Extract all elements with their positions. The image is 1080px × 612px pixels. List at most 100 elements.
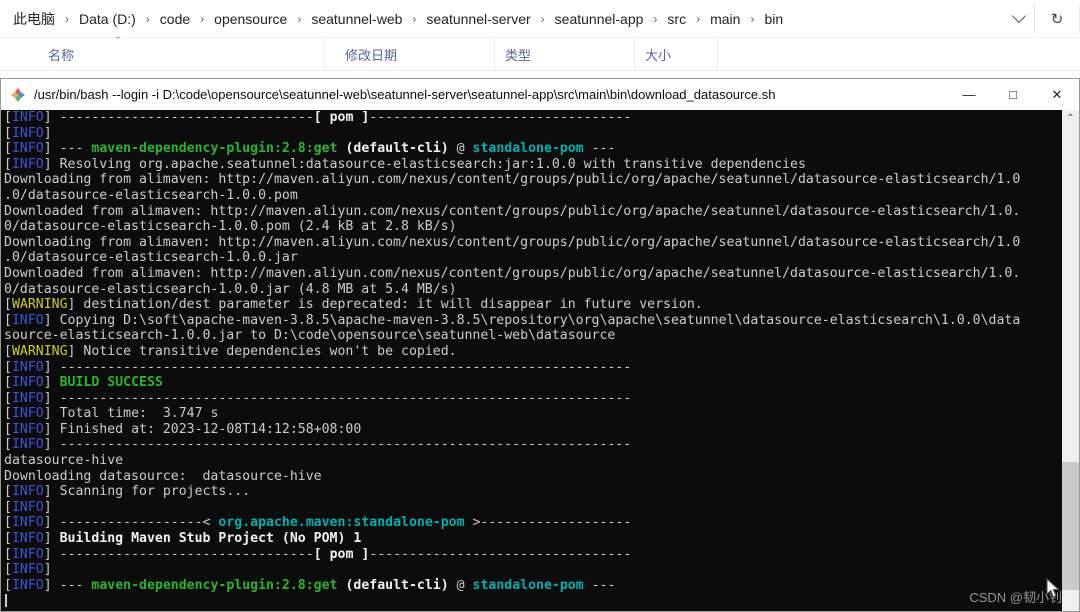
log-segment: --- — [583, 141, 616, 157]
log-segment: INFO — [11, 531, 44, 547]
log-segment: standalone-pom — [472, 577, 584, 593]
column-header-size[interactable]: 大小 — [635, 38, 718, 70]
log-segment: ] — [67, 297, 84, 313]
breadcrumb-item[interactable]: seatunnel-web — [308, 9, 405, 29]
log-segment: INFO — [11, 484, 44, 500]
terminal-line: [INFO] --------------------------------[… — [4, 547, 1062, 563]
maximize-button[interactable]: □ — [991, 79, 1035, 110]
minimize-button[interactable]: — — [947, 79, 991, 110]
log-segment: Downloading from alimaven: http://maven.… — [4, 172, 1021, 188]
log-segment: (default-cli) — [345, 141, 449, 157]
breadcrumb-item[interactable]: 此电脑 — [10, 7, 58, 31]
log-segment: [ — [4, 421, 12, 437]
terminal-line: 0/datasource-elasticsearch-1.0.0.jar (4.… — [4, 282, 1062, 298]
terminal-line: Downloading datasource: datasource-hive — [4, 469, 1062, 485]
column-header-type-label: 类型 — [505, 47, 532, 63]
log-segment: ] — [43, 390, 60, 406]
log-segment: [ — [4, 437, 12, 453]
log-segment: --------------------------------- — [369, 546, 632, 562]
terminal-scrollbar[interactable]: ⌃ — [1062, 110, 1079, 611]
terminal-titlebar: /usr/bin/bash --login -i D:\code\opensou… — [1, 79, 1079, 110]
log-segment: ] — [43, 577, 60, 593]
terminal-line: [INFO] ---------------------------------… — [4, 360, 1062, 376]
log-segment: Copying D:\soft\apache-maven-3.8.5\apach… — [59, 312, 1021, 328]
log-segment: (default-cli) — [345, 577, 449, 593]
log-segment: [ — [4, 343, 12, 359]
bash-app-icon — [11, 87, 25, 102]
breadcrumb-item[interactable]: src — [664, 9, 689, 29]
log-segment: .0/datasource-elasticsearch-1.0.0.pom — [4, 187, 298, 203]
log-segment: .0/datasource-elasticsearch-1.0.0.jar — [4, 250, 298, 266]
terminal-line: [WARNING] destination/dest parameter is … — [4, 297, 1062, 313]
log-segment: [ pom ] — [313, 110, 370, 125]
terminal-window: /usr/bin/bash --login -i D:\code\opensou… — [0, 78, 1080, 612]
terminal-output[interactable]: [INFO] --------------------------------[… — [1, 110, 1062, 611]
terminal-line: .0/datasource-elasticsearch-1.0.0.jar — [4, 250, 1062, 266]
breadcrumb-separator: › — [653, 11, 658, 26]
log-segment: [ — [4, 562, 12, 578]
log-segment: INFO — [11, 110, 44, 125]
log-segment: 0/datasource-elasticsearch-1.0.0.pom (2.… — [4, 219, 457, 235]
log-segment: ----------------------------------------… — [59, 390, 632, 406]
log-segment: INFO — [11, 156, 44, 172]
breadcrumb-item[interactable]: main — [707, 9, 743, 29]
log-segment: INFO — [11, 406, 44, 422]
log-segment: Downloading from alimaven: http://maven.… — [4, 234, 1021, 250]
column-header-name[interactable]: 名称 — [0, 38, 325, 70]
log-segment: [ — [4, 297, 12, 313]
log-segment: INFO — [11, 437, 44, 453]
breadcrumb-separator: › — [750, 11, 755, 26]
scrollbar-up-arrow-icon[interactable]: ⌃ — [1062, 110, 1079, 127]
breadcrumb-item[interactable]: Data (D:) — [76, 9, 139, 29]
terminal-line: [INFO] Copying D:\soft\apache-maven-3.8.… — [4, 313, 1062, 329]
terminal-line: [INFO] --------------------------------[… — [4, 110, 1062, 126]
scrollbar-thumb[interactable] — [1062, 462, 1079, 590]
log-segment: [ — [4, 359, 12, 375]
column-header-name-label: 名称 — [48, 47, 75, 63]
window-controls: — □ ✕ — [947, 79, 1079, 110]
breadcrumb-item[interactable]: bin — [761, 9, 786, 29]
terminal-line: [INFO] — [4, 562, 1062, 578]
breadcrumb-item[interactable]: code — [157, 9, 193, 29]
log-segment: INFO — [11, 359, 44, 375]
log-segment: [ — [4, 484, 12, 500]
log-segment: ] — [43, 484, 60, 500]
column-header-date-modified[interactable]: 修改日期 — [325, 38, 495, 70]
log-segment: INFO — [11, 125, 44, 141]
log-segment: ] — [43, 562, 52, 578]
log-segment: Finished at: 2023-12-08T14:12:58+08:00 — [59, 421, 362, 437]
log-segment: [ — [4, 515, 12, 531]
log-segment: ] — [43, 375, 60, 391]
terminal-line: Downloaded from alimaven: http://maven.a… — [4, 266, 1062, 282]
refresh-icon: ↻ — [1050, 10, 1064, 28]
address-dropdown-button[interactable] — [1004, 5, 1034, 33]
log-segment: ] — [43, 546, 60, 562]
log-segment: --- — [59, 577, 92, 593]
log-segment: Building Maven Stub Project (No POM) 1 — [59, 531, 362, 547]
log-segment: Downloaded from alimaven: http://maven.a… — [4, 265, 1021, 281]
log-segment: [ — [4, 546, 12, 562]
close-button[interactable]: ✕ — [1035, 79, 1079, 110]
log-segment: [ — [4, 125, 12, 141]
log-segment: ] — [43, 421, 60, 437]
log-segment: WARNING — [11, 297, 68, 313]
column-header-type[interactable]: 类型 — [495, 38, 635, 70]
breadcrumb-item[interactable]: seatunnel-app — [552, 9, 647, 29]
terminal-line: [INFO] Finished at: 2023-12-08T14:12:58+… — [4, 422, 1062, 438]
log-segment: INFO — [11, 312, 44, 328]
log-segment: destination/dest parameter is deprecated… — [83, 297, 703, 313]
log-segment: WARNING — [11, 343, 68, 359]
log-segment: [ — [4, 312, 12, 328]
log-segment: ] — [43, 110, 60, 125]
log-segment: ----------------------------------------… — [59, 359, 632, 375]
terminal-line: datasource-hive — [4, 453, 1062, 469]
terminal-line: Downloaded from alimaven: http://maven.a… — [4, 204, 1062, 220]
log-segment: standalone-pom — [472, 141, 584, 157]
log-segment: INFO — [11, 375, 44, 391]
log-segment: Scanning for projects... — [59, 484, 251, 500]
breadcrumb-item[interactable]: opensource — [211, 9, 290, 29]
terminal-line: [INFO] ---------------------------------… — [4, 437, 1062, 453]
breadcrumb-item[interactable]: seatunnel-server — [423, 9, 533, 29]
refresh-button[interactable]: ↻ — [1035, 4, 1080, 33]
log-segment: org.apache.maven:standalone-pom — [218, 515, 465, 531]
